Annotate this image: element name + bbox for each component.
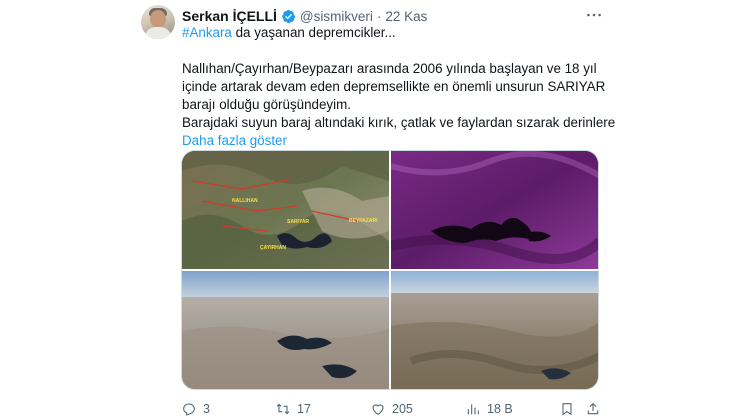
tweet-header: Serkan İÇELLİ @sismikveri · 22 Kas [182, 7, 427, 25]
map-label-beypazari: BEYPAZARI [349, 218, 378, 224]
reply-count: 3 [203, 402, 210, 416]
retweet-button[interactable]: 17 [275, 400, 311, 418]
tweet-text-line-1-rest: da yaşanan depremcikler... [231, 25, 396, 40]
map-label-nallihan: NALLIHAN [232, 198, 258, 204]
show-more-link[interactable]: Daha fazla göster [182, 132, 612, 150]
tweet-text-line-4: barajı olduğu görüşündeyim. [182, 97, 351, 112]
share-button[interactable] [585, 400, 601, 418]
media-image-satellite[interactable] [391, 151, 598, 269]
media-image-aerial-landscape[interactable] [391, 271, 598, 389]
like-count: 205 [392, 402, 413, 416]
tweet-actions: 3 17 205 18 B [181, 400, 601, 418]
hashtag-link[interactable]: #Ankara [182, 25, 232, 40]
author-name[interactable]: Serkan İÇELLİ [182, 8, 277, 24]
map-label-sariyar: SARIYAR [287, 219, 309, 225]
views-button[interactable]: 18 B [465, 400, 513, 418]
tweet-timestamp[interactable]: 22 Kas [385, 9, 427, 24]
like-button[interactable]: 205 [370, 400, 413, 418]
tweet[interactable]: Serkan İÇELLİ @sismikveri · 22 Kas #Anka… [0, 0, 730, 420]
retweet-count: 17 [297, 402, 311, 416]
map-label-cayirhan: ÇAYIRHAN [260, 245, 286, 251]
verified-badge-icon [281, 9, 296, 24]
tweet-text-line-2: Nallıhan/Çayırhan/Beypazarı arasında 200… [182, 61, 597, 76]
media-grid: NALLIHAN BEYPAZARI SARIYAR ÇAYIRHAN [181, 150, 599, 390]
share-icon [587, 402, 599, 415]
media-image-annotated-map[interactable]: NALLIHAN BEYPAZARI SARIYAR ÇAYIRHAN [182, 151, 389, 269]
reply-icon [183, 403, 195, 416]
more-dots-icon[interactable] [584, 6, 604, 24]
tweet-text-line-3: içinde artarak devam eden depremsellikte… [182, 79, 606, 94]
tweet-text-line-5: Barajdaki suyun baraj altındaki kırık, ç… [182, 115, 616, 130]
views-icon [467, 404, 479, 415]
tweet-text-line-1: #Ankara da yaşanan depremcikler... [182, 24, 612, 42]
bookmark-icon [562, 403, 572, 416]
views-count: 18 B [487, 402, 513, 416]
like-icon [372, 404, 384, 415]
reply-button[interactable]: 3 [181, 400, 210, 418]
bookmark-button[interactable] [559, 400, 575, 418]
retweet-icon [276, 403, 290, 415]
author-handle[interactable]: @sismikveri [300, 9, 373, 24]
media-image-aerial-lake[interactable] [182, 271, 389, 389]
separator-dot: · [376, 8, 382, 24]
avatar[interactable] [141, 5, 175, 39]
